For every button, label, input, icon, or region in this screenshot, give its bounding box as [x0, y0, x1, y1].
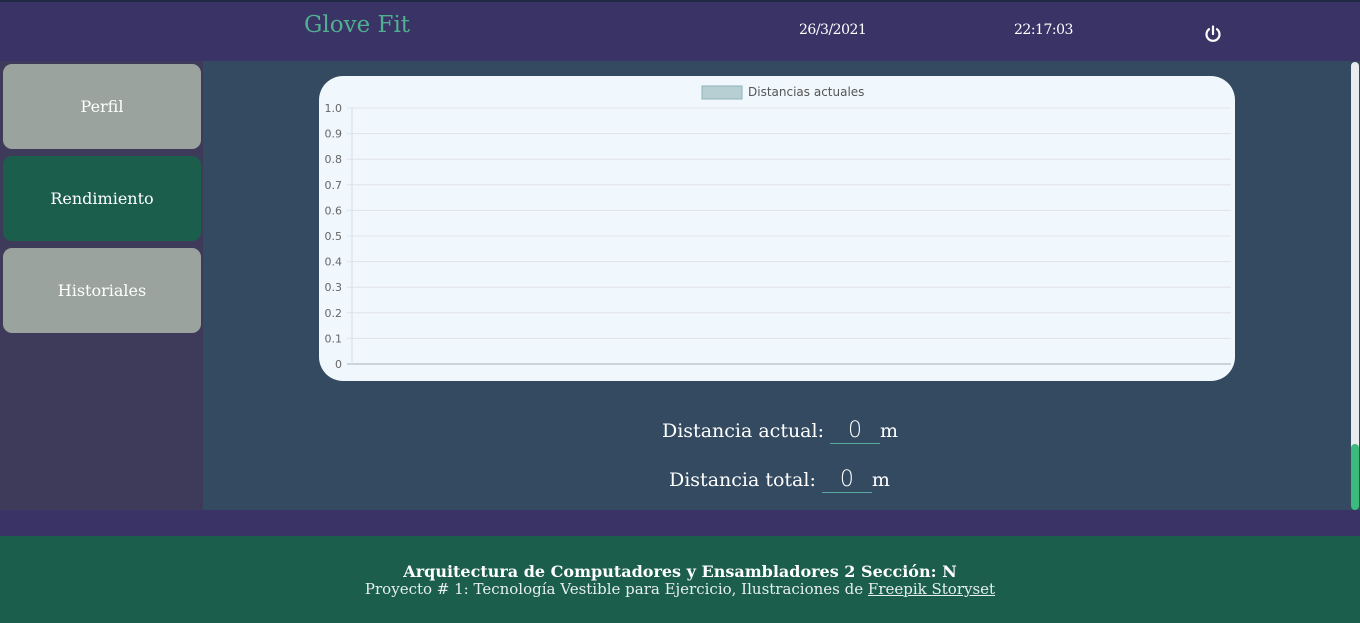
sidebar-item-label: Perfil: [80, 97, 124, 116]
sidebar-item-label: Historiales: [57, 281, 147, 300]
footer-credits-text: Proyecto # 1: Tecnología Vestible para E…: [364, 580, 864, 598]
y-tick-label: 0.1: [325, 332, 343, 345]
legend-label: Distancias actuales: [748, 85, 864, 99]
y-tick-label: 0.7: [325, 179, 343, 192]
header-date: 26/3/2021: [799, 22, 867, 38]
y-tick-label: 0.9: [325, 128, 343, 141]
current-distance-unit: m: [880, 420, 899, 442]
power-icon[interactable]: [1203, 24, 1223, 44]
total-distance-value: 0: [821, 467, 872, 493]
y-tick-label: 0.8: [325, 153, 343, 166]
footer: Arquitectura de Computadores y Ensamblad…: [0, 536, 1360, 623]
brand-logo[interactable]: Glove Fit: [304, 12, 410, 38]
total-distance-label: Distancia total:: [669, 469, 816, 491]
current-distance: Distancia actual: 0m: [662, 418, 898, 444]
sidebar: Perfil Rendimiento Historiales: [0, 61, 203, 510]
y-tick-label: 0.2: [325, 307, 343, 320]
scrollbar-rail: [1351, 62, 1359, 508]
sidebar-item-rendimiento[interactable]: Rendimiento: [3, 156, 201, 241]
freepik-storyset-link[interactable]: Freepik Storyset: [868, 580, 995, 598]
footer-course: Arquitectura de Computadores y Ensamblad…: [403, 562, 957, 581]
y-tick-label: 1.0: [325, 102, 343, 115]
legend-swatch[interactable]: [701, 85, 743, 100]
scrollbar-thumb[interactable]: [1351, 444, 1359, 510]
y-tick-label: 0.3: [325, 281, 343, 294]
current-distance-value: 0: [830, 418, 881, 444]
y-tick-label: 0.4: [325, 256, 343, 269]
y-tick-label: 0.6: [325, 204, 343, 217]
y-tick-label: 0: [335, 358, 342, 371]
current-distance-label: Distancia actual:: [662, 420, 824, 442]
sidebar-item-perfil[interactable]: Perfil: [3, 64, 201, 149]
chart-grid: 1.0 0.9 0.8 0.7 0.6 0.5 0.4 0.3 0.2 0.1 0: [325, 102, 1231, 371]
header-bar: Glove Fit 26/3/2021 22:17:03: [0, 2, 1360, 61]
distance-chart: Distancias actuales 1.0 0.9 0.8 0.7 0.6 0.5 0.…: [319, 76, 1235, 381]
footer-credits: Proyecto # 1: Tecnología Vestible para E…: [0, 580, 1360, 598]
total-distance: Distancia total: 0m: [669, 467, 890, 493]
y-tick-label: 0.5: [325, 230, 343, 243]
chart-canvas: Distancias actuales 1.0 0.9 0.8 0.7 0.6 0.5 0.…: [325, 85, 1231, 371]
sidebar-item-historiales[interactable]: Historiales: [3, 248, 201, 333]
footer-spacer: [0, 510, 1360, 536]
header-time: 22:17:03: [1014, 22, 1073, 38]
sidebar-item-label: Rendimiento: [50, 189, 154, 208]
total-distance-unit: m: [871, 469, 890, 491]
